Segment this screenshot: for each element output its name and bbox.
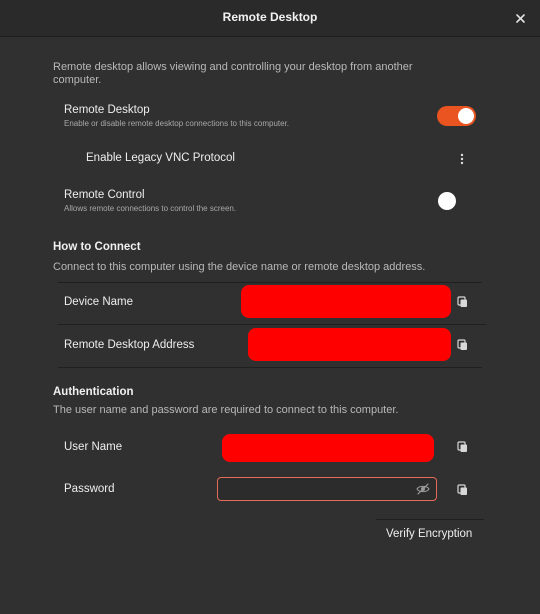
copy-password-button[interactable] [454, 482, 470, 498]
title-bar: Remote Desktop [0, 0, 540, 37]
copy-user-name-button[interactable] [454, 439, 470, 455]
how-to-connect-description: Connect to this computer using the devic… [53, 261, 426, 273]
how-to-connect-title: How to Connect [53, 241, 141, 253]
copy-icon [456, 339, 467, 350]
user-name-label: User Name [64, 441, 123, 453]
remote-control-switch[interactable] [437, 191, 457, 211]
authentication-description: The user name and password are required … [53, 404, 399, 416]
intro-description: Remote desktop allows viewing and contro… [53, 61, 413, 86]
legacy-vnc-menu-button[interactable] [455, 151, 469, 167]
vertical-dots-icon [460, 153, 464, 165]
close-icon [515, 13, 525, 23]
verify-encryption-button[interactable]: Verify Encryption [376, 519, 484, 548]
remote-control-sublabel: Allows remote connections to control the… [64, 204, 237, 213]
legacy-vnc-label: Enable Legacy VNC Protocol [86, 152, 235, 164]
password-input[interactable] [217, 477, 437, 501]
copy-icon [456, 441, 467, 452]
remote-desktop-sublabel: Enable or disable remote desktop connect… [64, 119, 290, 128]
remote-desktop-switch[interactable] [437, 106, 476, 126]
copy-icon [456, 484, 467, 495]
copy-icon [456, 296, 467, 307]
password-label: Password [64, 483, 115, 495]
remote-desktop-address-value-redacted [248, 328, 451, 361]
close-button[interactable] [510, 8, 530, 28]
divider [58, 367, 482, 368]
reveal-password-button[interactable] [416, 482, 430, 496]
remote-control-label: Remote Control [64, 189, 145, 201]
device-name-value-redacted [241, 285, 451, 318]
authentication-title: Authentication [53, 386, 134, 398]
switch-knob [458, 108, 474, 124]
verify-encryption-label: Verify Encryption [386, 528, 473, 540]
divider [58, 282, 482, 283]
divider [58, 324, 486, 325]
switch-knob [438, 192, 456, 210]
copy-remote-address-button[interactable] [454, 337, 470, 353]
eye-off-icon [416, 483, 430, 495]
remote-desktop-address-label: Remote Desktop Address [64, 339, 195, 351]
device-name-label: Device Name [64, 296, 134, 308]
remote-desktop-label: Remote Desktop [64, 104, 150, 116]
user-name-field-redacted[interactable] [222, 434, 434, 462]
window-title: Remote Desktop [222, 10, 318, 24]
remote-desktop-dialog: Remote Desktop Remote desktop allows vie… [0, 0, 540, 614]
copy-device-name-button[interactable] [454, 294, 470, 310]
